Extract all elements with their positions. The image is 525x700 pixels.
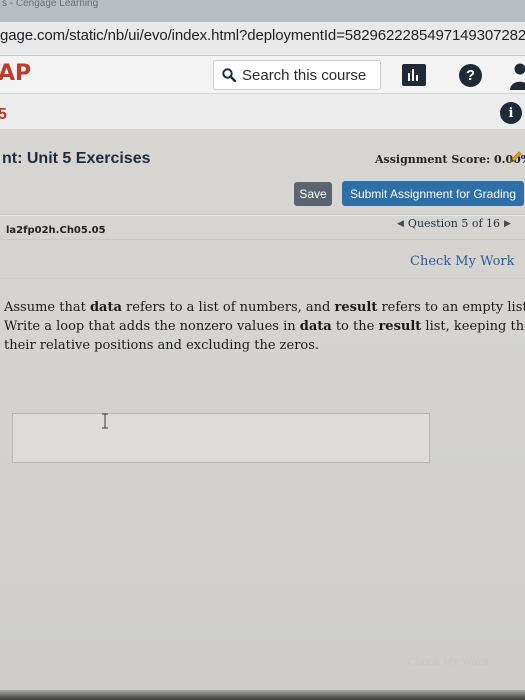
question-id: la2fp02h.Ch05.05 [6,225,106,236]
help-button[interactable]: ? [459,64,482,87]
bar-chart-icon [408,69,418,81]
browser-tab-strip: s - Cengage Learning [0,0,525,22]
pencil-icon [510,151,522,163]
question-line: Assume that data refers to a list of num… [4,300,525,315]
brand-logo[interactable]: AP [0,61,31,86]
question-line: their relative positions and excluding t… [4,338,320,353]
divider [0,214,525,216]
info-icon: i [508,105,514,121]
previous-question-icon[interactable]: ◀ [397,219,404,229]
text-cursor-icon [102,413,108,429]
next-question-icon[interactable]: ▶ [504,219,511,229]
submit-assignment-button[interactable]: Submit Assignment for Grading [342,181,524,206]
browser-tab-title[interactable]: s - Cengage Learning [2,0,98,10]
url-text[interactable]: gage.com/static/nb/ui/evo/index.html?dep… [0,27,525,44]
help-icon: ? [465,67,476,84]
divider [0,278,525,279]
search-course-button[interactable]: Search this course [213,60,381,90]
search-label: Search this course [242,66,367,84]
divider [0,239,525,240]
assignment-score: Assignment Score: 0.00% [375,153,525,166]
question-line: Write a loop that adds the nonzero value… [4,319,525,334]
course-sub-bar: 5 i [0,94,525,130]
search-icon [222,68,236,82]
check-my-work-link[interactable]: Check My Work [410,254,515,269]
check-my-work-footer-button[interactable]: Check My Work [408,657,488,668]
question-text: Assume that data refers to a list of num… [4,298,525,355]
page: s - Cengage Learning gage.com/static/nb/… [0,0,525,700]
sub-bar-mark: 5 [0,106,7,123]
question-navigator: ◀ Question 5 of 16 ▶ [397,217,511,230]
screen-bezel [0,690,525,700]
browser-address-bar[interactable]: gage.com/static/nb/ui/evo/index.html?dep… [0,22,525,56]
user-icon[interactable] [509,62,525,90]
save-button[interactable]: Save [294,182,332,206]
app-top-bar: AP Search this course ? [0,56,525,94]
info-button[interactable]: i [500,102,522,124]
progress-button[interactable] [402,64,426,86]
assignment-title: nt: Unit 5 Exercises [2,150,151,167]
question-nav-label: Question 5 of 16 [407,217,501,230]
answer-textarea[interactable] [12,413,430,463]
